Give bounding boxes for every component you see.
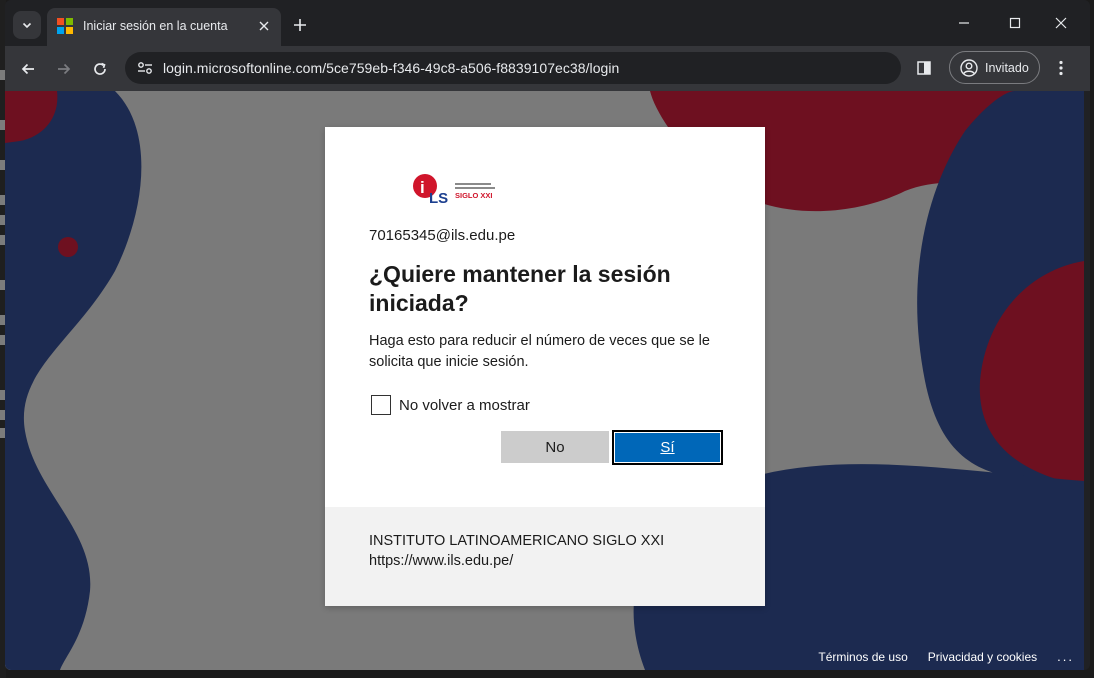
organization-url: https://www.ils.edu.pe/ (369, 553, 514, 569)
microsoft-logo-icon (57, 18, 73, 34)
page-footer: Términos de uso Privacidad y cookies ... (818, 649, 1074, 664)
yes-button[interactable]: Sí (612, 430, 723, 465)
maximize-icon (1009, 17, 1021, 29)
new-tab-button[interactable] (288, 13, 312, 37)
svg-text:LS: LS (429, 190, 448, 207)
more-options-button[interactable]: ... (1057, 649, 1074, 664)
tab-strip: Iniciar sesión en la cuenta (5, 0, 1090, 46)
profile-label: Invitado (985, 61, 1029, 75)
chevron-down-icon (22, 22, 32, 29)
maximize-button[interactable] (1000, 10, 1030, 36)
svg-text:SIGLO XXI: SIGLO XXI (455, 191, 493, 200)
user-icon (960, 59, 978, 77)
plus-icon (294, 19, 306, 31)
account-identity: 70165345@ils.edu.pe (369, 227, 516, 244)
minimize-icon (959, 22, 969, 24)
organization-name: INSTITUTO LATINOAMERICANO SIGLO XXI (369, 533, 665, 549)
tab-search-button[interactable] (13, 11, 41, 39)
arrow-right-icon (58, 63, 71, 75)
browser-window: Iniciar sesión en la cuenta login.micros… (5, 0, 1090, 670)
browser-menu-button[interactable] (1051, 58, 1071, 78)
close-icon (259, 21, 269, 31)
close-icon (1055, 17, 1067, 29)
privacy-link[interactable]: Privacidad y cookies (928, 650, 1037, 664)
profile-button[interactable]: Invitado (949, 51, 1040, 84)
ils-logo-icon: i LS SIGLO XXI (413, 174, 495, 207)
signin-dialog: i LS SIGLO XXI 70165345@ils.edu.pe ¿Quie… (325, 127, 765, 606)
no-button[interactable]: No (501, 431, 609, 463)
reload-icon (94, 62, 106, 75)
dialog-footer: INSTITUTO LATINOAMERICANO SIGLO XXI http… (325, 507, 765, 606)
browser-toolbar: login.microsoftonline.com/5ce759eb-f346-… (5, 46, 1090, 91)
site-settings-icon[interactable] (134, 58, 156, 78)
reload-button[interactable] (87, 56, 113, 82)
dialog-description: Haga esto para reducir el número de vece… (369, 333, 710, 370)
page-content: i LS SIGLO XXI 70165345@ils.edu.pe ¿Quie… (5, 91, 1084, 670)
dont-show-again-label[interactable]: No volver a mostrar (399, 397, 530, 414)
minimize-button[interactable] (949, 10, 979, 36)
terms-link[interactable]: Términos de uso (818, 650, 907, 664)
address-bar[interactable]: login.microsoftonline.com/5ce759eb-f346-… (125, 52, 901, 84)
arrow-left-icon (21, 63, 34, 75)
side-panel-button[interactable] (914, 58, 934, 78)
tab-title: Iniciar sesión en la cuenta (83, 19, 228, 33)
tab-close-button[interactable] (255, 17, 273, 35)
side-panel-icon (917, 61, 931, 75)
window-close-button[interactable] (1046, 10, 1076, 36)
more-vertical-icon (1059, 60, 1063, 76)
tab-active[interactable]: Iniciar sesión en la cuenta (47, 8, 281, 46)
dont-show-again-checkbox[interactable] (371, 395, 391, 415)
forward-button[interactable] (51, 56, 77, 82)
back-button[interactable] (15, 56, 41, 82)
svg-text:i: i (420, 178, 425, 197)
address-url: login.microsoftonline.com/5ce759eb-f346-… (163, 60, 620, 76)
dialog-title: ¿Quiere mantener la sesión iniciada? (369, 261, 671, 316)
